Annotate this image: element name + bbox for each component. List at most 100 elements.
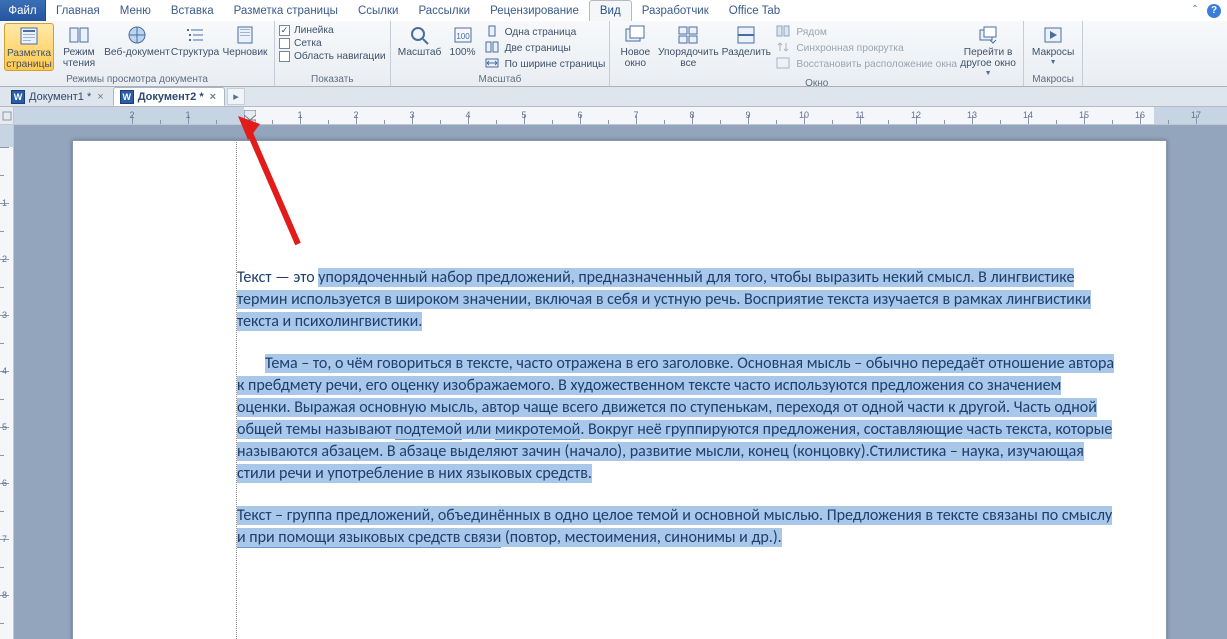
zoom-one-page-button[interactable]: Одна страница — [485, 25, 606, 39]
zoom-page-width-button[interactable]: По ширине страницы — [485, 57, 606, 71]
dropdown-icon: ▼ — [985, 70, 992, 77]
zoom-100-icon: 100 — [451, 24, 475, 46]
split-button[interactable]: Разделить — [720, 23, 772, 58]
word-doc-icon: W — [11, 90, 25, 104]
new-document-button[interactable]: ▸ — [227, 88, 245, 105]
help-icon[interactable]: ? — [1207, 4, 1221, 18]
ruler-corner — [0, 107, 14, 124]
reset-window-pos-button: Восстановить расположение окна — [776, 57, 957, 71]
selected-text: Тема – то, о чём говориться в тексте, ча… — [237, 354, 1114, 483]
view-pagelayout-label: Разметка страницы — [6, 48, 52, 70]
check-grid[interactable]: Сетка — [279, 38, 386, 49]
side-by-side-icon — [776, 25, 792, 39]
tab-mailings[interactable]: Рассылки — [408, 0, 480, 21]
check-ruler[interactable]: ✓ Линейка — [279, 25, 386, 36]
minimize-ribbon-icon[interactable]: ˆ — [1193, 5, 1197, 17]
tab-review[interactable]: Рецензирование — [480, 0, 589, 21]
ribbon-group-title-window: Окно — [614, 77, 1019, 90]
tab-insert[interactable]: Вставка — [161, 0, 224, 21]
split-icon — [734, 24, 758, 46]
ribbon-group-macros: Макросы ▼ Макросы — [1024, 21, 1083, 86]
close-icon[interactable]: × — [208, 91, 218, 103]
check-navpane[interactable]: Область навигации — [279, 51, 386, 62]
zoom-pagewidth-label: По ширине страницы — [505, 59, 606, 70]
check-grid-label: Сетка — [294, 38, 322, 49]
selected-text: упорядоченный набор предложений, предназ… — [237, 268, 1091, 331]
side-by-side-button[interactable]: Рядом — [776, 25, 957, 39]
macros-icon — [1041, 24, 1065, 46]
word-doc-icon: W — [120, 90, 134, 104]
zoom-100-button[interactable]: 100 100% — [445, 23, 481, 58]
text-span: Текст — это — [237, 268, 318, 287]
macros-label: Макросы — [1032, 47, 1074, 58]
tab-references[interactable]: Ссылки — [348, 0, 409, 21]
reading-icon — [67, 24, 91, 46]
ribbon-group-zoom: Масштаб 100 100% Одна страница Две стран… — [391, 21, 611, 86]
reset-window-label: Восстановить расположение окна — [796, 59, 957, 70]
svg-text:100: 100 — [456, 32, 470, 41]
vertical-ruler[interactable]: 12345678910 — [0, 125, 14, 639]
tab-officetab[interactable]: Office Tab — [719, 0, 790, 21]
magnifier-icon — [408, 24, 432, 46]
ribbon-group-title-zoom: Масштаб — [395, 73, 606, 86]
ribbon-group-title-show: Показать — [279, 73, 386, 86]
tab-home[interactable]: Главная — [46, 0, 110, 21]
tab-menu[interactable]: Меню — [110, 0, 161, 21]
document-tabstrip: W Документ1 * × W Документ2 * × ▸ — [0, 87, 1227, 107]
dropdown-icon: ▼ — [1050, 59, 1057, 66]
document-tab-1-label: Документ1 * — [29, 91, 91, 103]
view-web-label: Веб-документ — [104, 47, 170, 58]
web-icon — [125, 24, 149, 46]
split-label: Разделить — [722, 47, 771, 58]
arrange-all-icon — [676, 24, 700, 46]
two-pages-icon — [485, 41, 501, 55]
document-tab-1[interactable]: W Документ1 * × — [4, 87, 113, 106]
arrange-all-button[interactable]: Упорядочить все — [656, 23, 720, 69]
check-ruler-label: Линейка — [294, 25, 334, 36]
first-line-indent-marker[interactable] — [244, 110, 256, 124]
zoom-twopages-label: Две страницы — [505, 43, 571, 54]
check-navpane-label: Область навигации — [294, 51, 386, 62]
view-reading-label: Режим чтения — [63, 47, 95, 69]
tab-developer[interactable]: Разработчик — [632, 0, 719, 21]
pagelayout-icon — [17, 25, 41, 47]
ribbon-group-show: ✓ Линейка Сетка Область навигации Показат… — [275, 21, 391, 86]
close-icon[interactable]: × — [95, 91, 105, 103]
checkbox-icon — [279, 38, 290, 49]
view-reading-button[interactable]: Режим чтения — [54, 23, 104, 69]
switch-windows-button[interactable]: Перейти в другое окно ▼ — [957, 23, 1019, 77]
zoom-100-label: 100% — [450, 47, 476, 58]
reset-window-icon — [776, 57, 792, 71]
sync-scroll-icon — [776, 41, 792, 55]
tab-pagelayout[interactable]: Разметка страницы — [224, 0, 348, 21]
switch-windows-label: Перейти в другое окно — [960, 47, 1016, 69]
ribbon-group-title-views: Режимы просмотра документа — [4, 73, 270, 86]
view-draft-button[interactable]: Черновик — [220, 23, 270, 58]
view-outline-button[interactable]: Структура — [170, 23, 220, 58]
checkbox-icon: ✓ — [279, 25, 290, 36]
view-pagelayout-button[interactable]: Разметка страницы — [4, 23, 54, 71]
main-tabstrip: Файл Главная Меню Вставка Разметка стран… — [0, 0, 1227, 21]
tab-view[interactable]: Вид — [589, 0, 632, 21]
one-page-icon — [485, 25, 501, 39]
selected-text: Текст – группа предложений, объединённых… — [237, 506, 1112, 547]
horizontal-ruler-row: 211234567891011121314151617 — [0, 107, 1227, 125]
zoom-two-pages-button[interactable]: Две страницы — [485, 41, 606, 55]
zoom-onepage-label: Одна страница — [505, 27, 577, 38]
zoom-button[interactable]: Масштаб — [395, 23, 445, 58]
horizontal-ruler[interactable]: 211234567891011121314151617 — [14, 107, 1227, 124]
file-tab[interactable]: Файл — [0, 0, 46, 21]
new-window-icon — [623, 24, 647, 46]
ribbon-group-window: Новое окно Упорядочить все Разделить Ряд… — [610, 21, 1024, 86]
document-tab-2[interactable]: W Документ2 * × — [113, 87, 225, 106]
new-window-button[interactable]: Новое окно — [614, 23, 656, 69]
macros-button[interactable]: Макросы ▼ — [1028, 23, 1078, 66]
page-width-icon — [485, 57, 501, 71]
side-by-side-label: Рядом — [796, 27, 827, 38]
ribbon: Разметка страницы Режим чтения Веб-докум… — [0, 21, 1227, 87]
view-web-button[interactable]: Веб-документ — [104, 23, 170, 58]
document-body-text[interactable]: Текст — это упорядоченный набор предложе… — [237, 267, 1117, 569]
tab-guide-line — [236, 140, 237, 639]
view-draft-label: Черновик — [223, 47, 268, 58]
editing-area: 12345678910 Текст — это упорядоченный на… — [0, 125, 1227, 639]
